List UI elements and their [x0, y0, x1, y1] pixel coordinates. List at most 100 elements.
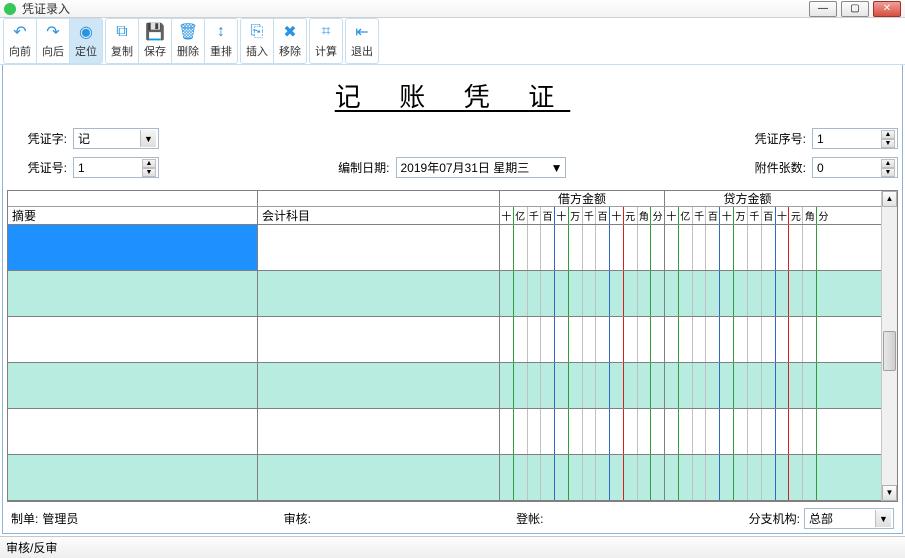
spin-down-icon[interactable]: ▼: [881, 139, 895, 148]
digit-header: 十: [719, 207, 733, 224]
cell-debit[interactable]: [500, 225, 665, 270]
spin-control: ▲ ▼: [142, 159, 156, 177]
voucher-no-label: 凭证号:: [7, 159, 67, 176]
app-icon: [4, 3, 16, 15]
form-row-1: 凭证字: 记 ▼ 凭证序号: 1 ▲ ▼: [7, 128, 898, 149]
cell-account[interactable]: [258, 271, 500, 316]
cell-debit[interactable]: [500, 363, 665, 408]
toolbar-locate-button[interactable]: ◉定位: [70, 19, 102, 63]
vertical-scrollbar[interactable]: ▲ ▼: [881, 191, 897, 501]
toolbar-label: 向后: [42, 43, 64, 59]
cell-credit[interactable]: [665, 225, 830, 270]
digit-header: 元: [788, 207, 802, 224]
digit-header: 亿: [678, 207, 692, 224]
chevron-down-icon[interactable]: ▼: [551, 161, 563, 175]
voucher-heading: 记 账 凭 证: [7, 77, 898, 114]
cell-account[interactable]: [258, 225, 500, 270]
cell-summary[interactable]: [8, 271, 258, 316]
date-label: 编制日期:: [330, 159, 390, 176]
digit-header: 角: [802, 207, 816, 224]
cell-summary[interactable]: [8, 363, 258, 408]
cell-credit[interactable]: [665, 409, 830, 454]
scroll-thumb[interactable]: [883, 331, 896, 371]
toolbar-insert-button[interactable]: ⎘插入: [241, 19, 273, 63]
maximize-button[interactable]: ▢: [841, 1, 869, 17]
cell-credit[interactable]: [665, 455, 830, 500]
cell-account[interactable]: [258, 409, 500, 454]
cell-account[interactable]: [258, 363, 500, 408]
form-row-2: 凭证号: 1 ▲ ▼ 编制日期: 2019年07月31日 星期三 ▼ 附件张数:…: [7, 157, 898, 178]
table-row[interactable]: [8, 409, 881, 455]
toolbar-prev-button[interactable]: ↶向前: [4, 19, 36, 63]
voucher-table: 借方金额贷方金额摘要会计科目十亿千百十万千百十元角分十亿千百十万千百十元角分 ▲…: [7, 190, 898, 502]
scroll-up-icon[interactable]: ▲: [882, 191, 897, 207]
toolbar-exit-button[interactable]: ⇤退出: [346, 19, 378, 63]
digit-header: 百: [705, 207, 719, 224]
cell-account[interactable]: [258, 455, 500, 500]
calc-icon: ⌗: [317, 23, 335, 41]
status-text: 审核/反审: [6, 539, 57, 556]
toolbar-copy-button[interactable]: ⧉复制: [106, 19, 138, 63]
cell-debit[interactable]: [500, 317, 665, 362]
attach-label: 附件张数:: [736, 159, 806, 176]
locate-icon: ◉: [77, 23, 95, 41]
voucher-seq-input[interactable]: 1 ▲ ▼: [812, 128, 898, 149]
branch-label: 分支机构:: [749, 510, 800, 527]
date-combo[interactable]: 2019年07月31日 星期三 ▼: [396, 157, 566, 178]
chevron-down-icon[interactable]: ▼: [875, 510, 891, 527]
table-row[interactable]: [8, 455, 881, 501]
scroll-down-icon[interactable]: ▼: [882, 485, 897, 501]
toolbar-calc-button[interactable]: ⌗计算: [310, 19, 342, 63]
digit-header: 角: [637, 207, 651, 224]
spin-up-icon[interactable]: ▲: [881, 159, 895, 168]
toolbar-reorder-button[interactable]: ↕重排: [205, 19, 237, 63]
spin-down-icon[interactable]: ▼: [881, 168, 895, 177]
cell-credit[interactable]: [665, 317, 830, 362]
cell-summary[interactable]: [8, 317, 258, 362]
reorder-icon: ↕: [212, 23, 230, 41]
table-body: 借方金额贷方金额摘要会计科目十亿千百十万千百十元角分十亿千百十万千百十元角分: [8, 191, 881, 501]
prev-icon: ↶: [11, 23, 29, 41]
digit-header: 千: [527, 207, 541, 224]
digit-header: 元: [623, 207, 637, 224]
cell-debit[interactable]: [500, 271, 665, 316]
table-row[interactable]: [8, 225, 881, 271]
toolbar-label: 保存: [144, 43, 166, 59]
toolbar-delete-button[interactable]: 🗑删除: [172, 19, 204, 63]
toolbar-save-button[interactable]: 💾保存: [139, 19, 171, 63]
branch-combo[interactable]: 总部 ▼: [804, 508, 894, 529]
table-row[interactable]: [8, 317, 881, 363]
digit-header: 万: [733, 207, 747, 224]
digit-header: 十: [609, 207, 623, 224]
cell-credit[interactable]: [665, 271, 830, 316]
voucher-no-input[interactable]: 1 ▲ ▼: [73, 157, 159, 178]
toolbar-next-button[interactable]: ↷ 向后: [37, 19, 69, 63]
table-row[interactable]: [8, 271, 881, 317]
cell-debit[interactable]: [500, 455, 665, 500]
spin-up-icon[interactable]: ▲: [142, 159, 156, 168]
toolbar-label: 插入: [246, 43, 268, 59]
digit-header: 十: [775, 207, 789, 224]
cell-summary[interactable]: [8, 409, 258, 454]
spin-up-icon[interactable]: ▲: [881, 130, 895, 139]
cell-summary[interactable]: [8, 455, 258, 500]
table-row[interactable]: [8, 363, 881, 409]
cell-summary[interactable]: [8, 225, 258, 270]
cell-credit[interactable]: [665, 363, 830, 408]
close-button[interactable]: ✕: [873, 1, 901, 17]
voucher-word-combo[interactable]: 记 ▼: [73, 128, 159, 149]
exit-icon: ⇤: [353, 23, 371, 41]
window-title: 凭证录入: [22, 0, 809, 17]
remove-icon: ✖: [281, 23, 299, 41]
maker-value: 管理员: [42, 510, 78, 527]
minimize-button[interactable]: —: [809, 1, 837, 17]
spin-down-icon[interactable]: ▼: [142, 168, 156, 177]
header-account: [258, 191, 500, 206]
cell-debit[interactable]: [500, 409, 665, 454]
cell-account[interactable]: [258, 317, 500, 362]
attach-input[interactable]: 0 ▲ ▼: [812, 157, 898, 178]
toolbar-remove-button[interactable]: ✖移除: [274, 19, 306, 63]
digit-header: 百: [540, 207, 554, 224]
chevron-down-icon[interactable]: ▼: [140, 130, 156, 147]
next-icon: ↷: [44, 23, 62, 41]
